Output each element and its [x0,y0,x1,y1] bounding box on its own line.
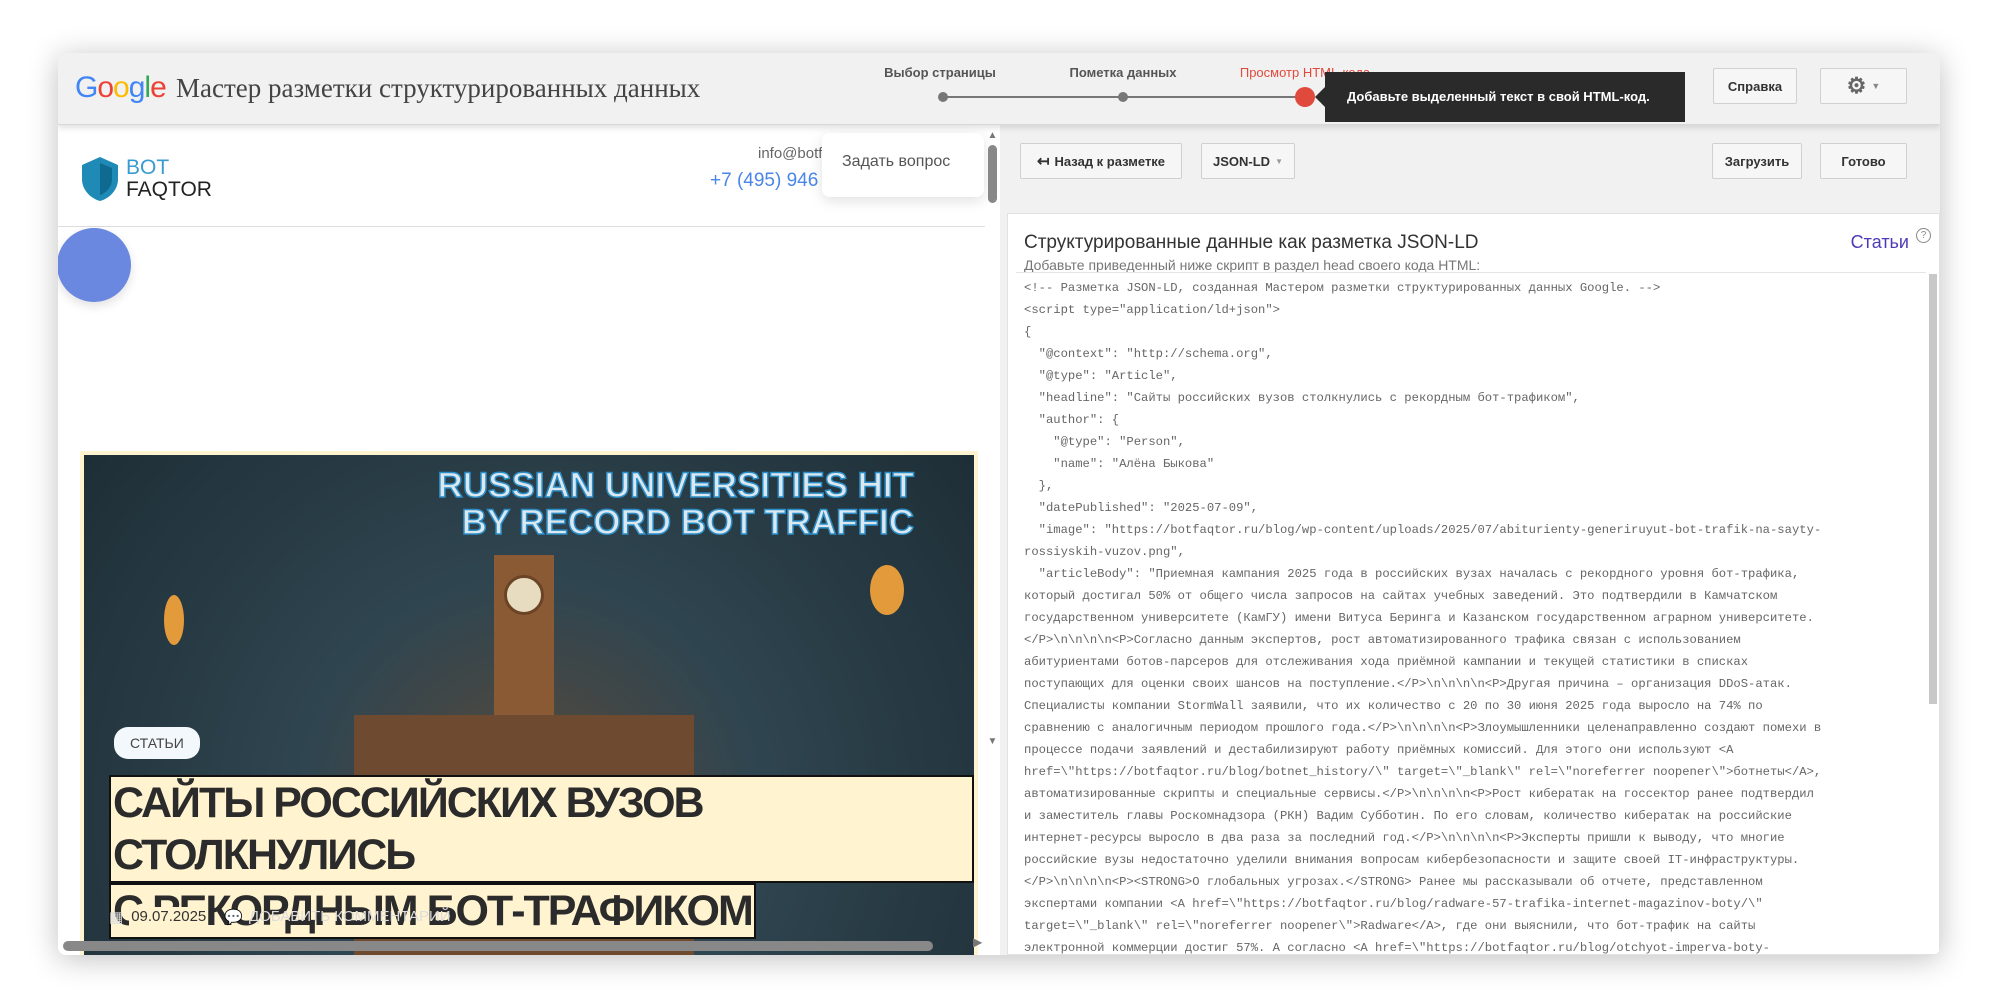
step-dot-active [1295,87,1315,107]
panel-title: Структурированные данные как разметка JS… [1024,232,1479,253]
code-line: российские вузы недостаточно уделили вни… [1024,853,1800,867]
step-dot [938,92,948,102]
logo-text-top: BOT [126,156,170,179]
app-header: Google Мастер разметки структурированных… [58,53,1940,125]
code-scrollbar[interactable] [1929,274,1937,704]
chat-widget-button[interactable] [58,228,131,302]
code-line: "@type": "Article", [1024,369,1178,383]
json-ld-code[interactable]: <!-- Разметка JSON-LD, созданная Мастеро… [1016,272,1926,955]
download-button[interactable]: Загрузить [1712,143,1802,179]
markup-box: Структурированные данные как разметка JS… [1007,213,1940,955]
add-comment-link[interactable]: ДОБАВИТЬ КОММЕНТАРИЙ [249,908,451,925]
back-arrow-icon: ↤ [1036,153,1050,170]
code-line: "@context": "http://schema.org", [1024,347,1273,361]
code-line: государственном университете (КамГУ) име… [1024,611,1814,625]
robot-eye [164,595,184,645]
code-line: и заместитель главы Роскомнадзора (РКН) … [1024,809,1792,823]
code-line: "datePublished": "2025-07-09", [1024,501,1259,515]
help-icon[interactable]: ? [1916,228,1931,243]
hero-title-en: RUSSIAN UNIVERSITIES HIT BY RECORD BOT TR… [437,466,915,542]
gear-icon: ⚙ [1846,73,1867,98]
help-button[interactable]: Справка [1713,68,1797,104]
panel-subtitle: Добавьте приведенный ниже скрипт в разде… [1024,257,1481,273]
site-email[interactable]: info@botf [758,145,822,162]
code-line: автоматизированные скрипты и специальные… [1024,787,1814,801]
logo-text-bottom: FAQTOR [126,178,212,201]
scroll-thumb[interactable] [988,145,997,203]
code-line: <!-- Разметка JSON-LD, созданная Мастеро… [1024,281,1661,295]
step-select-page[interactable]: Выбор страницы [884,65,996,80]
caret-down-icon: ▼ [1275,156,1283,166]
comment-icon: 💬 [224,908,243,926]
code-panel: ↤ Назад к разметке JSON-LD ▼ Загрузить Гот… [1003,125,1940,955]
code-line: href=\"https://botfaqtor.ru/blog/botnet_… [1024,765,1822,779]
code-line: процессе подачи заявлений и дестабилизир… [1024,743,1734,757]
code-line: "@type": "Person", [1024,435,1185,449]
code-line: { [1024,325,1032,339]
shield-icon [82,157,118,201]
tooltip: Добавьте выделенный текст в свой HTML-ко… [1315,72,1685,122]
clock-tower [494,555,554,725]
google-logo: Google [75,71,167,104]
step-tag-data[interactable]: Пометка данных [1069,65,1176,80]
app-title: Мастер разметки структурированных данных [176,73,701,103]
article-meta: ▦ 09.07.2025 💬 ДОБАВИТЬ КОММЕНТАРИЙ [109,907,451,926]
step-dot [1118,92,1128,102]
code-line: интернет-ресурсы выросло в два раза за п… [1024,831,1785,845]
code-line: сравнению с аналогичным периодом прошлог… [1024,721,1822,735]
code-line: }, [1024,479,1054,493]
article-date: 09.07.2025 [129,907,209,926]
caret-down-icon: ▼ [1871,81,1881,91]
code-line: абитуриентами ботов-парсеров для отслежи… [1024,655,1749,669]
code-line: "headline": "Сайты российских вузов стол… [1024,391,1580,405]
category-badge[interactable]: СТАТЬИ [114,727,200,759]
done-button[interactable]: Готово [1820,143,1907,179]
code-line: поступающих для оценки своих шансов на п… [1024,677,1792,691]
code-line: <script type="application/ld+json"> [1024,303,1280,317]
robot-eye [870,565,904,615]
hero-image: RUSSIAN UNIVERSITIES HIT BY RECORD BOT TR… [84,455,974,955]
hero-card: RUSSIAN UNIVERSITIES HIT BY RECORD BOT TR… [80,451,978,955]
code-line: rossiyskih-vuzov.png", [1024,545,1185,559]
ask-question-bubble[interactable]: Задать вопрос [822,133,984,197]
app-window: Google Мастер разметки структурированных… [58,53,1940,955]
code-line: "name": "Алёна Быкова" [1024,457,1215,471]
format-dropdown[interactable]: JSON-LD ▼ [1201,143,1295,179]
page-preview: BOT FAQTOR info@botf +7 (495) 946 Задать … [58,125,1000,955]
code-line: экспертами компании <A href=\"https://bo… [1024,897,1763,911]
code-line: который достигал 50% от общего числа зап… [1024,589,1778,603]
code-line: "image": "https://botfaqtor.ru/blog/wp-c… [1024,523,1822,537]
code-line: </P>\n\n\n\n<P><STRONG>О глобальных угро… [1024,875,1763,889]
code-line: target=\"_blank\" rel=\"noreferrer noope… [1024,919,1756,933]
scroll-right-icon[interactable]: ▶ [973,935,982,949]
vertical-scrollbar[interactable]: ▲ ▼ [985,130,1000,930]
scroll-down-icon[interactable]: ▼ [985,736,1000,747]
site-phone[interactable]: +7 (495) 946 [710,170,818,192]
back-to-markup-button[interactable]: ↤ Назад к разметке [1020,143,1182,179]
code-line: электронной коммерции достиг 57%. А согл… [1024,941,1770,955]
settings-button[interactable]: ⚙ ▼ [1820,68,1907,104]
schema-type-link[interactable]: Статьи [1851,232,1909,253]
horizontal-scroll-thumb[interactable] [63,941,933,951]
site-logo[interactable]: BOT FAQTOR [80,155,212,203]
code-line: Специалисты компании StormWall заявили, … [1024,699,1763,713]
divider [58,226,985,227]
scroll-up-icon[interactable]: ▲ [985,130,1000,141]
code-line: "author": { [1024,413,1120,427]
code-line: "articleBody": "Приемная кампания 2025 г… [1024,567,1800,581]
code-line: </P>\n\n\n\n<P>Согласно данным экспертов… [1024,633,1741,647]
calendar-icon: ▦ [109,908,124,926]
